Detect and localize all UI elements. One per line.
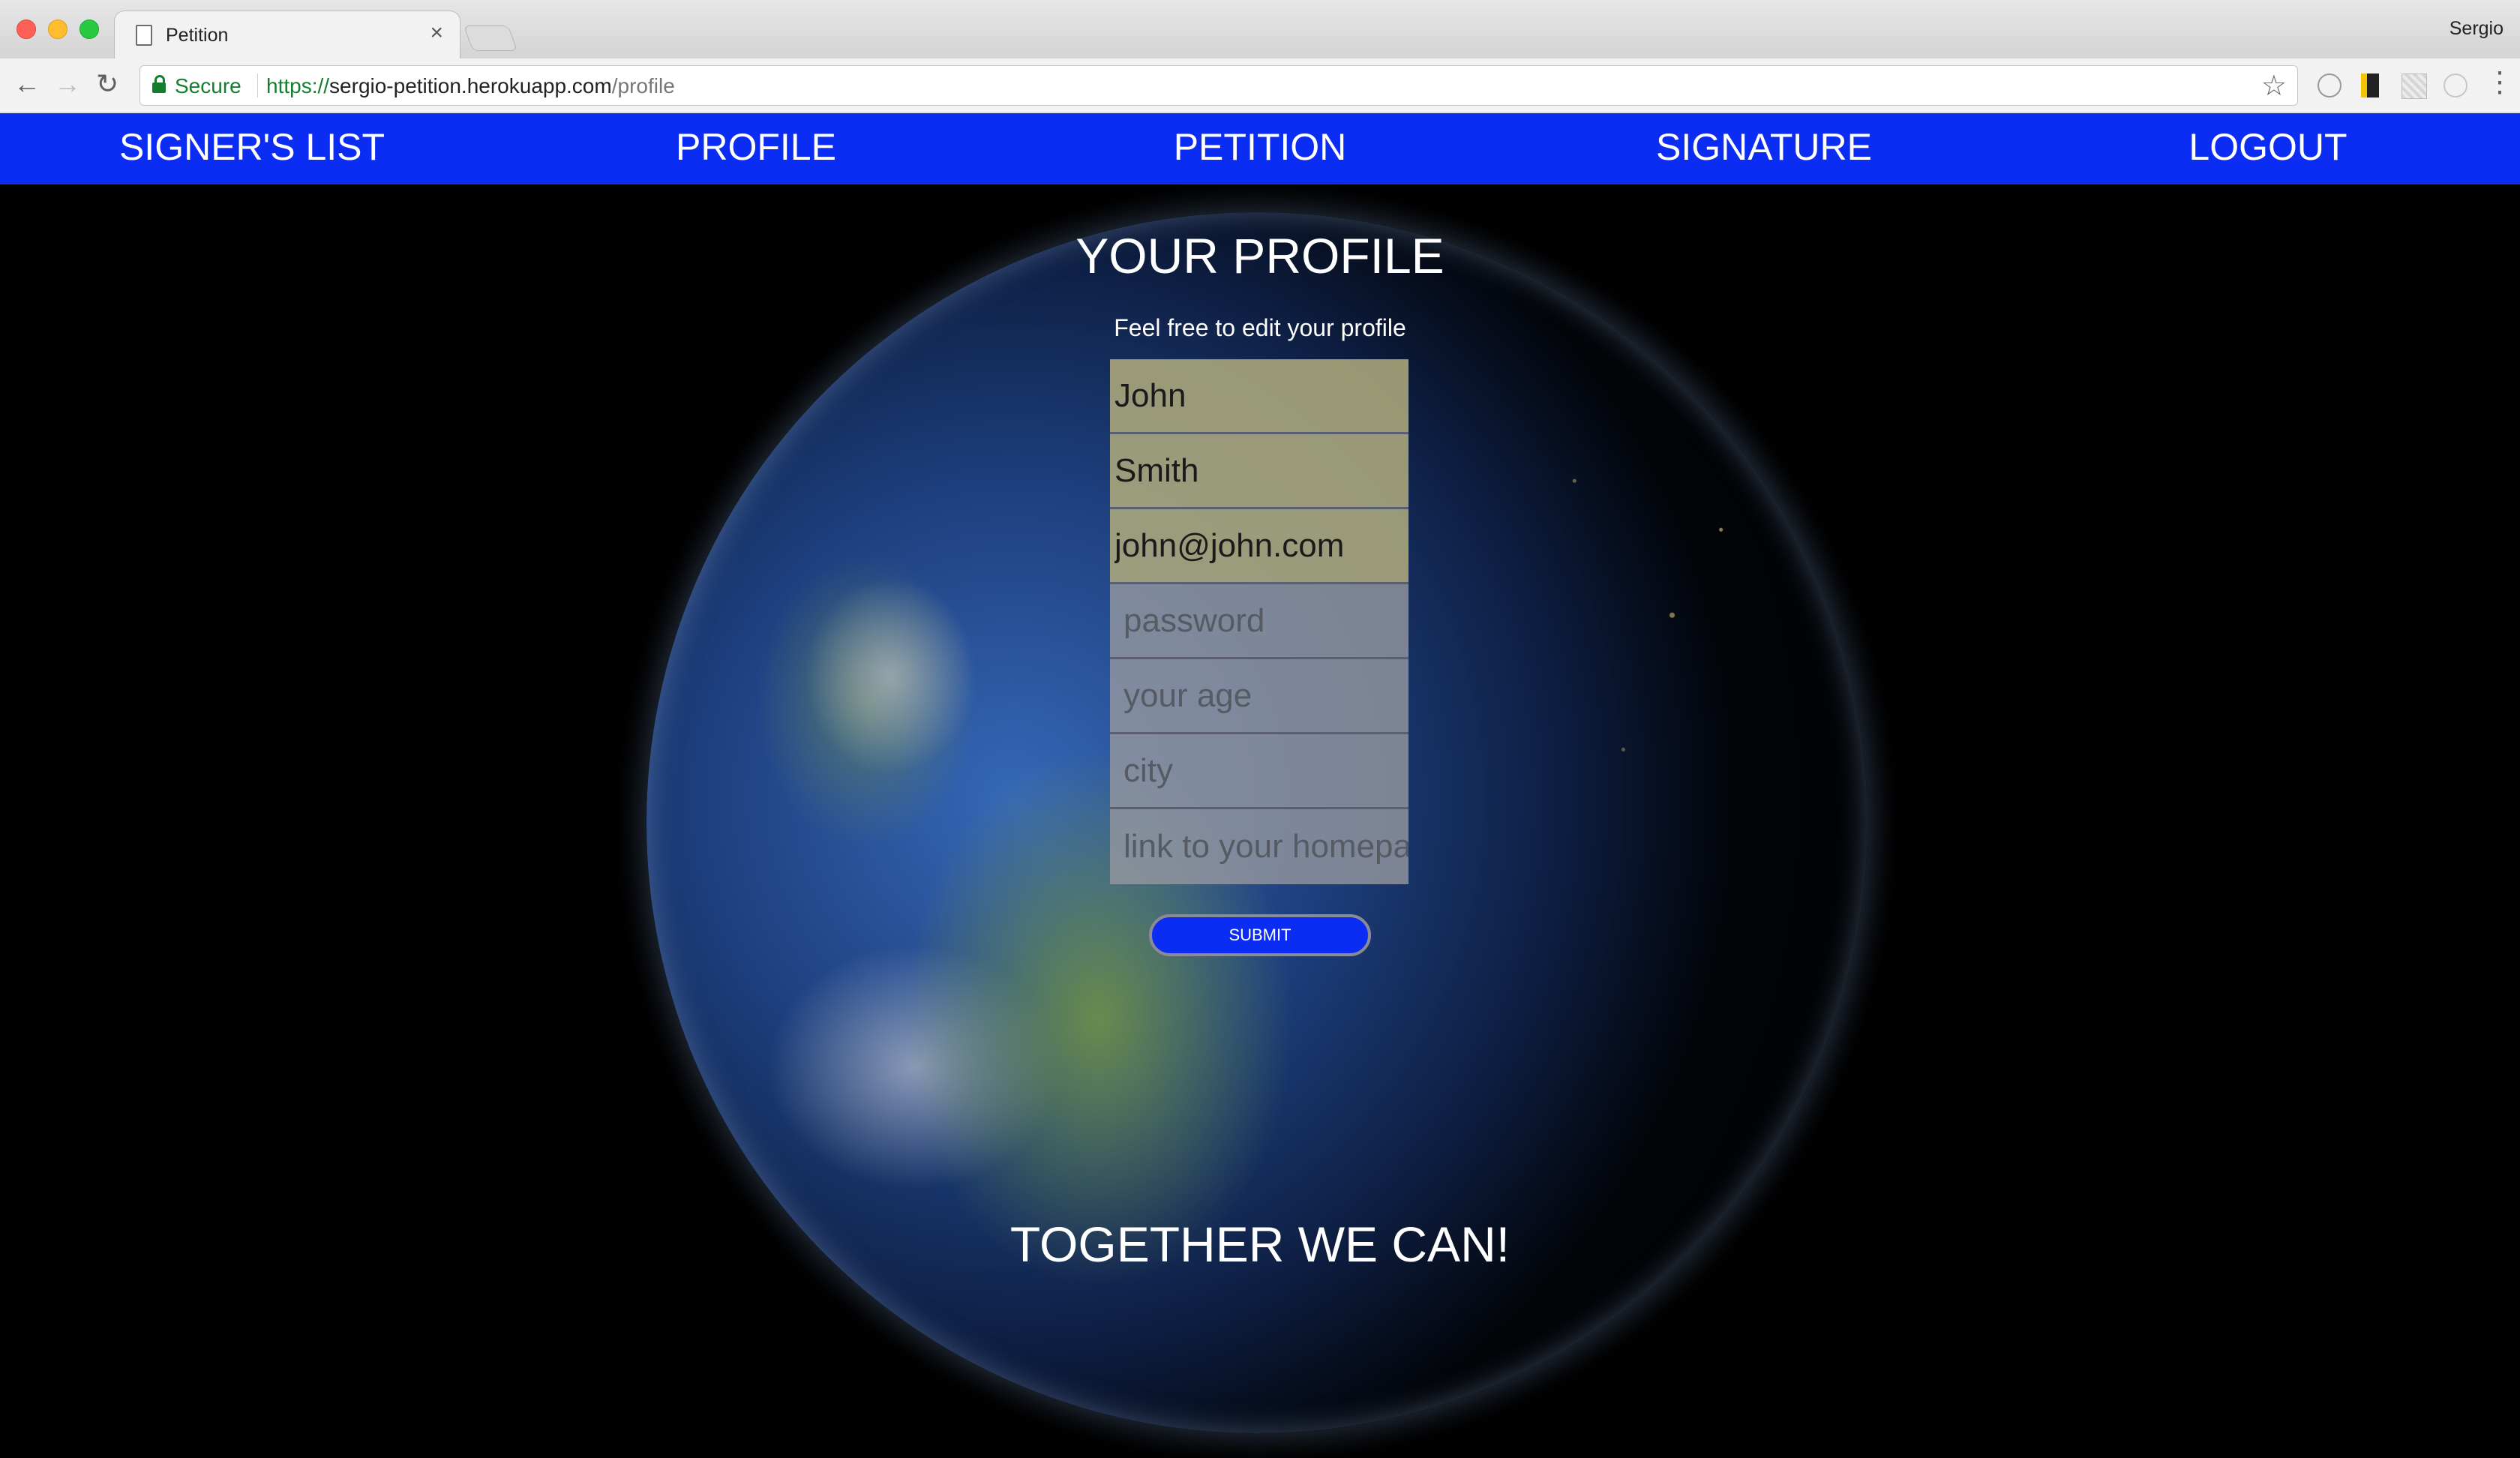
- last-name-input[interactable]: [1110, 434, 1408, 509]
- browser-menu-icon[interactable]: ⋮: [2486, 68, 2514, 98]
- url-divider: [257, 74, 258, 98]
- nav-petition[interactable]: PETITION: [1035, 125, 1485, 169]
- new-tab-button[interactable]: [463, 26, 518, 51]
- browser-profile-name[interactable]: Sergio: [2450, 18, 2504, 40]
- back-arrow-icon[interactable]: ←: [14, 69, 40, 99]
- submit-button[interactable]: SUBMIT: [1149, 914, 1371, 956]
- age-input[interactable]: [1110, 659, 1408, 734]
- browser-toolbar: ← → ↻ Secure https://sergio-petition.her…: [0, 58, 2520, 113]
- bookmark-star-icon[interactable]: ☆: [2261, 69, 2287, 103]
- slogan: TOGETHER WE CAN!: [1010, 1216, 1510, 1272]
- address-bar[interactable]: Secure https://sergio-petition.herokuapp…: [140, 65, 2298, 106]
- document-icon: [136, 25, 152, 46]
- forward-arrow-icon[interactable]: →: [54, 69, 81, 99]
- profile-form: [1110, 359, 1408, 884]
- email-input[interactable]: [1110, 509, 1408, 584]
- url-path: /profile: [611, 74, 675, 98]
- page-subtitle: Feel free to edit your profile: [1114, 314, 1406, 341]
- password-input[interactable]: [1110, 584, 1408, 659]
- tab-title: Petition: [166, 25, 229, 46]
- nav-logout[interactable]: LOGOUT: [2043, 125, 2493, 169]
- lock-icon: [152, 75, 166, 93]
- extension-grid-icon[interactable]: [2402, 74, 2427, 99]
- extension-disabled-icon[interactable]: [2444, 74, 2468, 98]
- tab-close-icon[interactable]: ×: [430, 22, 443, 44]
- nav-signature[interactable]: SIGNATURE: [1539, 125, 1989, 169]
- browser-titlebar: Petition × Sergio: [0, 0, 2520, 59]
- reload-icon[interactable]: ↻: [96, 69, 118, 99]
- page-title: YOUR PROFILE: [1076, 228, 1444, 284]
- site-nav: SIGNER'S LIST PROFILE PETITION SIGNATURE…: [0, 113, 2520, 184]
- extension-circle-icon[interactable]: [2318, 74, 2342, 98]
- window-close-button[interactable]: [16, 20, 36, 39]
- first-name-input[interactable]: [1110, 359, 1408, 434]
- url-host: sergio-petition.herokuapp.com: [329, 74, 612, 98]
- nav-profile[interactable]: PROFILE: [531, 125, 981, 169]
- extension-yellow-icon[interactable]: [2361, 74, 2379, 98]
- window-minimize-button[interactable]: [48, 20, 68, 39]
- window-maximize-button[interactable]: [80, 20, 99, 39]
- nav-signers-list[interactable]: SIGNER'S LIST: [27, 125, 477, 169]
- secure-label: Secure: [175, 74, 242, 98]
- city-input[interactable]: [1110, 734, 1408, 809]
- browser-tab[interactable]: Petition ×: [114, 10, 460, 59]
- url-scheme: https://: [266, 74, 330, 98]
- homepage-input[interactable]: [1110, 809, 1408, 884]
- url-text[interactable]: https://sergio-petition.herokuapp.com/pr…: [266, 74, 675, 98]
- web-page: SIGNER'S LIST PROFILE PETITION SIGNATURE…: [0, 113, 2520, 1458]
